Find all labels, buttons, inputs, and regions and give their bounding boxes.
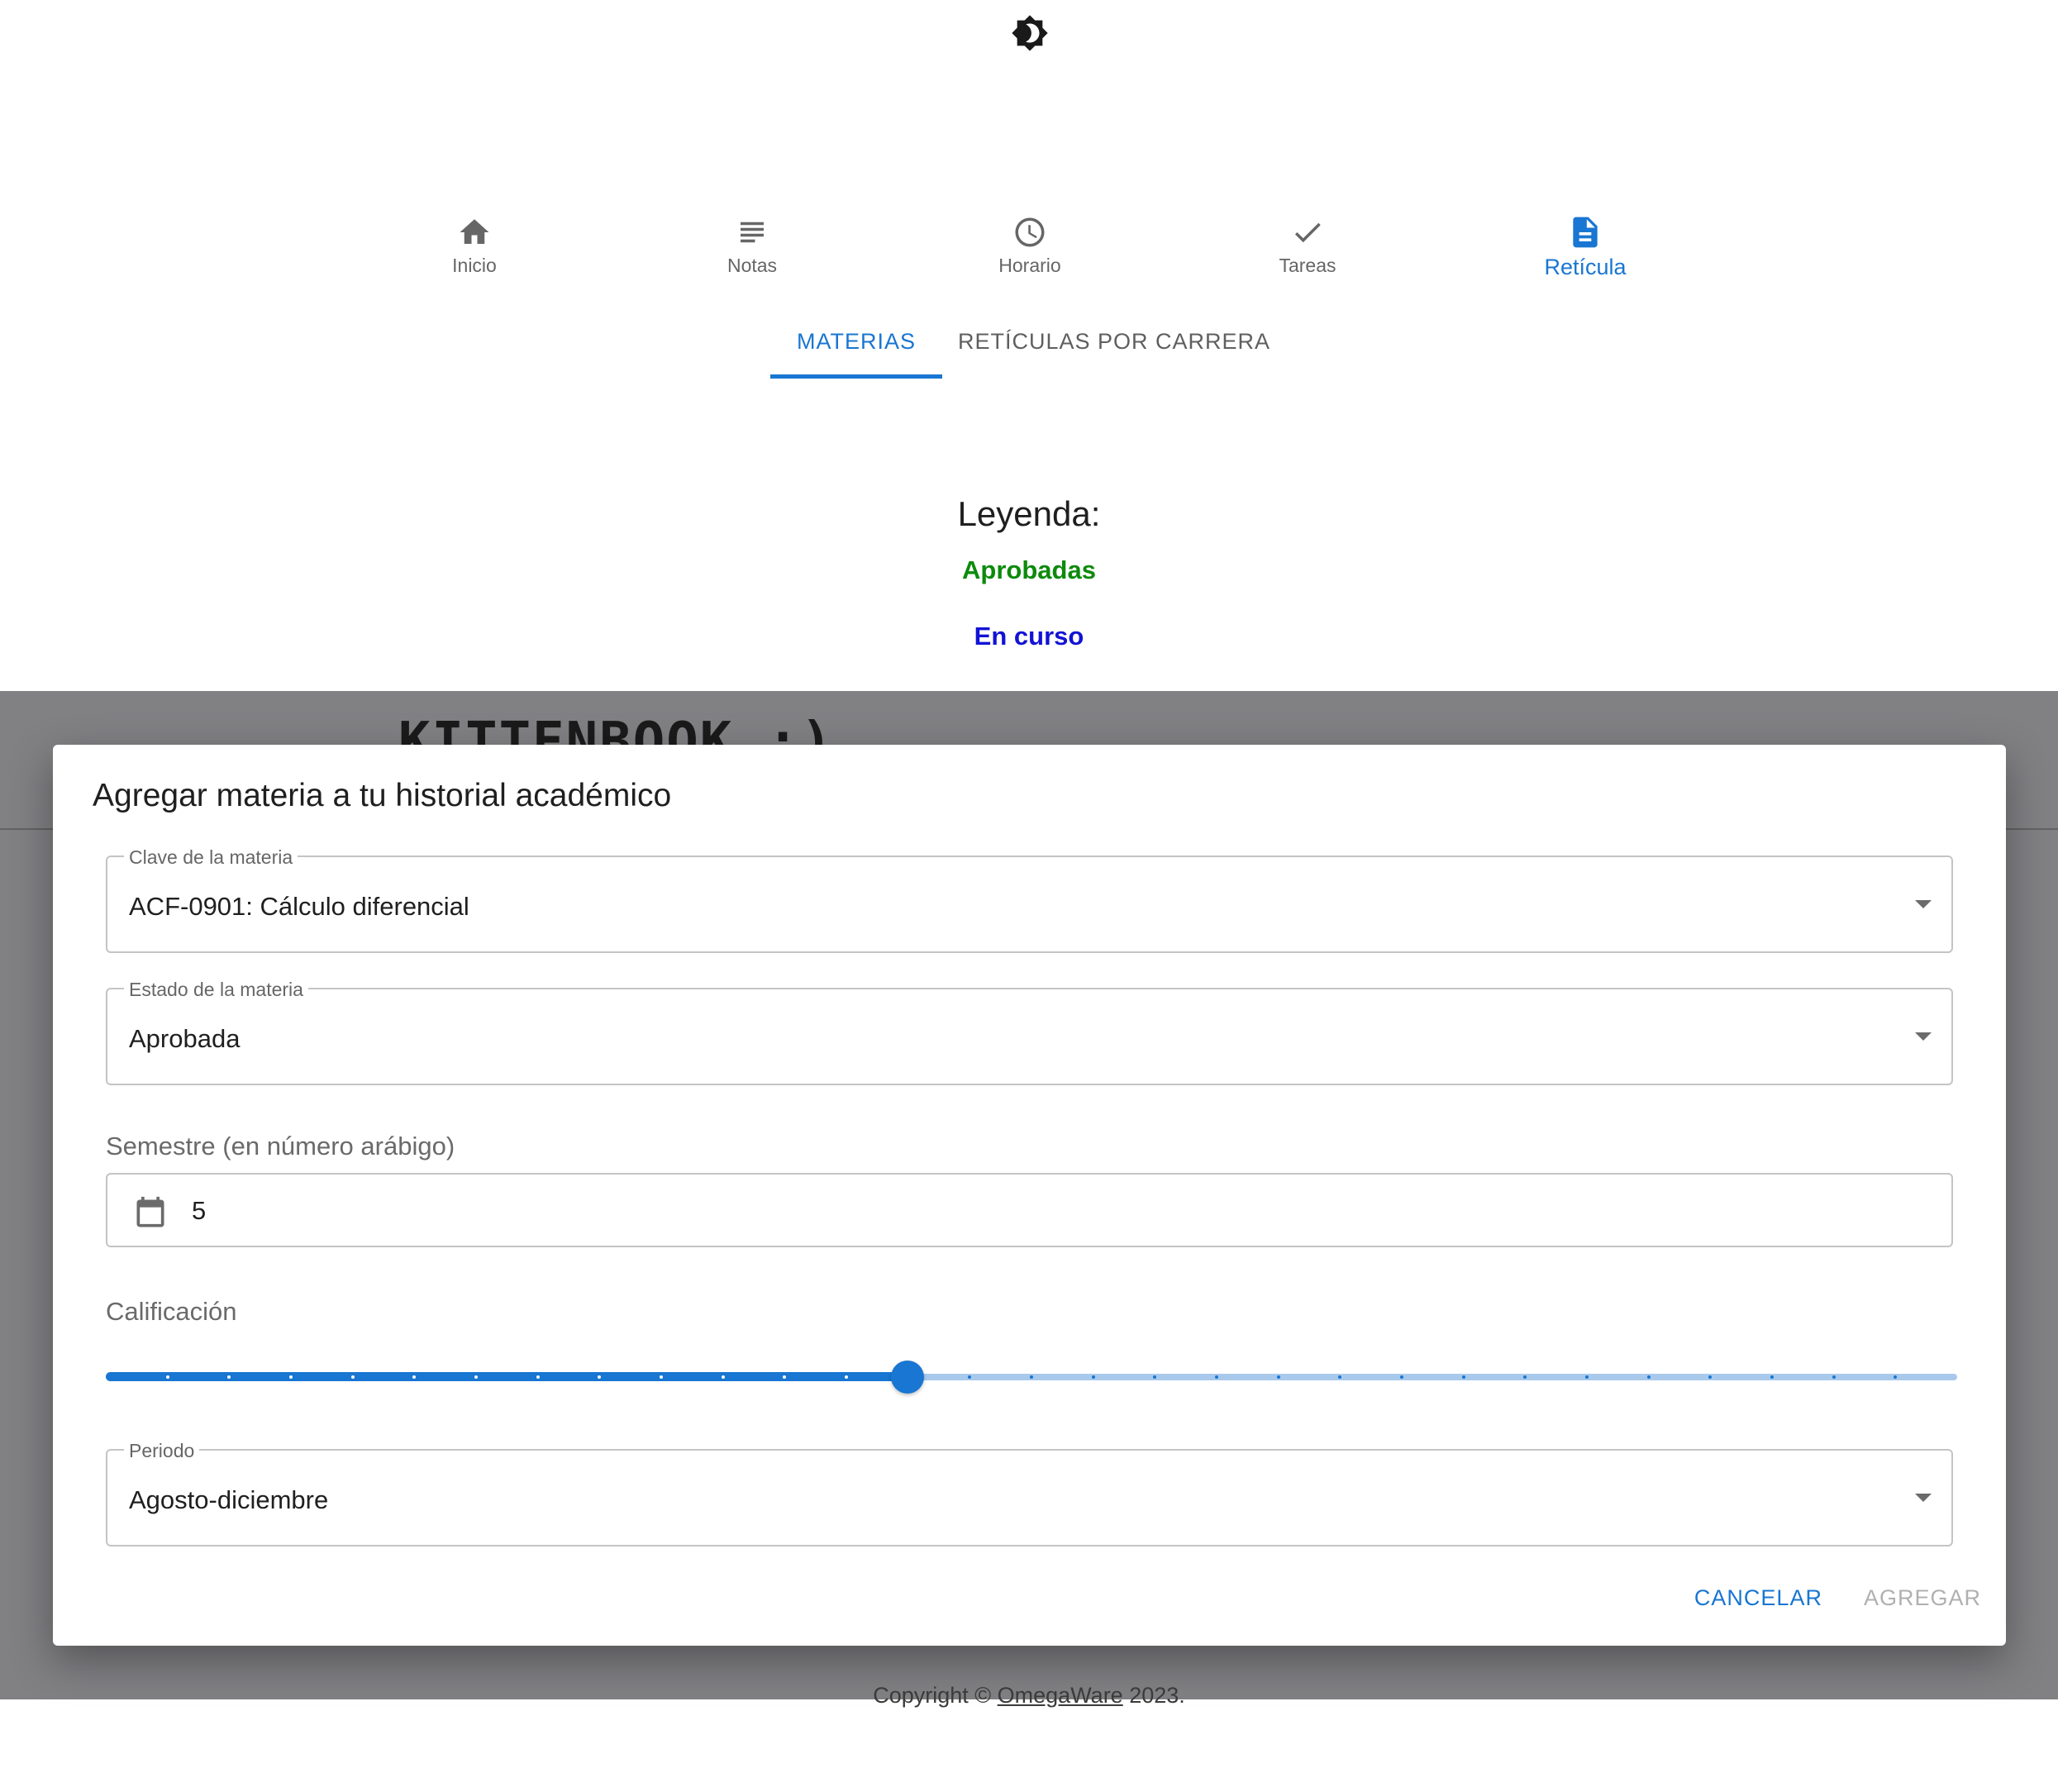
- semestre-label: Semestre (en número arábigo): [106, 1132, 455, 1161]
- legend-approved: Aprobadas: [962, 555, 1096, 584]
- dialog-title: Agregar materia a tu historial académico: [93, 778, 672, 813]
- brightness-icon: [1012, 15, 1048, 51]
- slider-mark: [598, 1375, 601, 1379]
- chevron-down-icon: [1915, 1494, 1932, 1502]
- slider-mark: [227, 1375, 231, 1379]
- dialog-actions: CANCELAR AGREGAR: [1694, 1580, 1981, 1616]
- slider-mark: [1153, 1375, 1156, 1379]
- nav-item-tareas[interactable]: Tareas: [1225, 213, 1390, 277]
- footer-link[interactable]: OmegaWare: [998, 1683, 1123, 1708]
- home-icon: [455, 213, 493, 251]
- estado-value: Aprobada: [129, 1024, 241, 1053]
- slider-mark: [1277, 1375, 1280, 1379]
- calificacion-label: Calificación: [106, 1297, 237, 1326]
- slider-mark: [1585, 1375, 1589, 1379]
- slider-mark: [845, 1375, 848, 1379]
- nav-label-inicio: Inicio: [452, 255, 497, 276]
- slider-mark: [1770, 1375, 1774, 1379]
- slider-mark: [783, 1375, 786, 1379]
- legend-current: En curso: [974, 622, 1084, 651]
- slider-mark: [1338, 1375, 1341, 1379]
- slider-mark: [1708, 1375, 1712, 1379]
- slider-track: [106, 1372, 908, 1381]
- footer-suffix: 2023.: [1122, 1683, 1185, 1708]
- nav-item-inicio[interactable]: Inicio: [392, 213, 557, 277]
- semestre-field[interactable]: [106, 1173, 1953, 1247]
- estado-select[interactable]: Estado de la materia Aprobada: [106, 979, 1953, 1085]
- footer-prefix: Copyright ©: [873, 1683, 998, 1708]
- slider-mark: [1400, 1375, 1403, 1379]
- add-button[interactable]: AGREGAR: [1864, 1580, 1981, 1616]
- slider-mark: [1523, 1375, 1527, 1379]
- add-subject-dialog: Agregar materia a tu historial académico…: [53, 745, 2006, 1646]
- slider-mark: [166, 1375, 169, 1379]
- slider-mark: [474, 1375, 478, 1379]
- legend-title: Leyenda:: [957, 494, 1101, 533]
- nav-item-horario[interactable]: Horario: [947, 213, 1112, 277]
- tab-bar: MATERIAS RETÍCULAS POR CARRERA: [0, 306, 2058, 380]
- slider-mark: [1030, 1375, 1033, 1379]
- footer: Copyright © OmegaWare 2023.: [0, 1683, 2058, 1709]
- clock-icon: [1011, 213, 1049, 251]
- nav-item-reticula[interactable]: Retícula: [1503, 213, 1668, 280]
- theme-toggle-button[interactable]: [1008, 12, 1051, 55]
- clave-label: Clave de la materia: [124, 846, 298, 868]
- tab-materias[interactable]: MATERIAS: [770, 306, 942, 377]
- clave-value: ACF-0901: Cálculo diferencial: [129, 892, 469, 921]
- periodo-value: Agosto-diciembre: [129, 1485, 329, 1514]
- periodo-select[interactable]: Periodo Agosto-diciembre: [106, 1440, 1953, 1547]
- slider-mark: [968, 1375, 971, 1379]
- estado-label: Estado de la materia: [124, 979, 308, 1000]
- document-icon: [1566, 213, 1604, 251]
- notes-icon: [733, 213, 771, 251]
- nav-label-tareas: Tareas: [1279, 255, 1336, 276]
- periodo-label: Periodo: [124, 1440, 200, 1461]
- calificacion-slider[interactable]: [106, 1352, 1957, 1402]
- nav-label-notas: Notas: [726, 255, 778, 276]
- tab-reticulas-por-carrera[interactable]: RETÍCULAS POR CARRERA: [949, 306, 1279, 377]
- chevron-down-icon: [1915, 900, 1932, 908]
- slider-mark: [289, 1375, 293, 1379]
- check-icon: [1289, 213, 1327, 251]
- nav-label-reticula: Retícula: [1544, 255, 1627, 279]
- chevron-down-icon: [1915, 1032, 1932, 1041]
- cancel-button[interactable]: CANCELAR: [1694, 1580, 1822, 1616]
- slider-mark: [536, 1375, 540, 1379]
- nav-label-horario: Horario: [998, 255, 1061, 276]
- clave-select[interactable]: Clave de la materia ACF-0901: Cálculo di…: [106, 846, 1953, 953]
- slider-mark: [1894, 1375, 1897, 1379]
- slider-mark: [1462, 1375, 1465, 1379]
- slider-mark: [1832, 1375, 1836, 1379]
- calendar-icon: [136, 1196, 164, 1227]
- slider-mark: [1647, 1375, 1651, 1379]
- tab-indicator: [770, 374, 942, 379]
- slider-mark: [1215, 1375, 1218, 1379]
- slider-mark: [351, 1375, 355, 1379]
- slider-mark: [412, 1375, 416, 1379]
- nav-item-notas[interactable]: Notas: [669, 213, 835, 277]
- slider-mark: [722, 1375, 725, 1379]
- slider-thumb[interactable]: [891, 1361, 924, 1394]
- semestre-input[interactable]: [190, 1186, 1846, 1236]
- slider-mark: [660, 1375, 663, 1379]
- bottom-navigation: Inicio Notas Horario Tareas Retícula: [0, 213, 2058, 296]
- slider-mark: [1092, 1375, 1095, 1379]
